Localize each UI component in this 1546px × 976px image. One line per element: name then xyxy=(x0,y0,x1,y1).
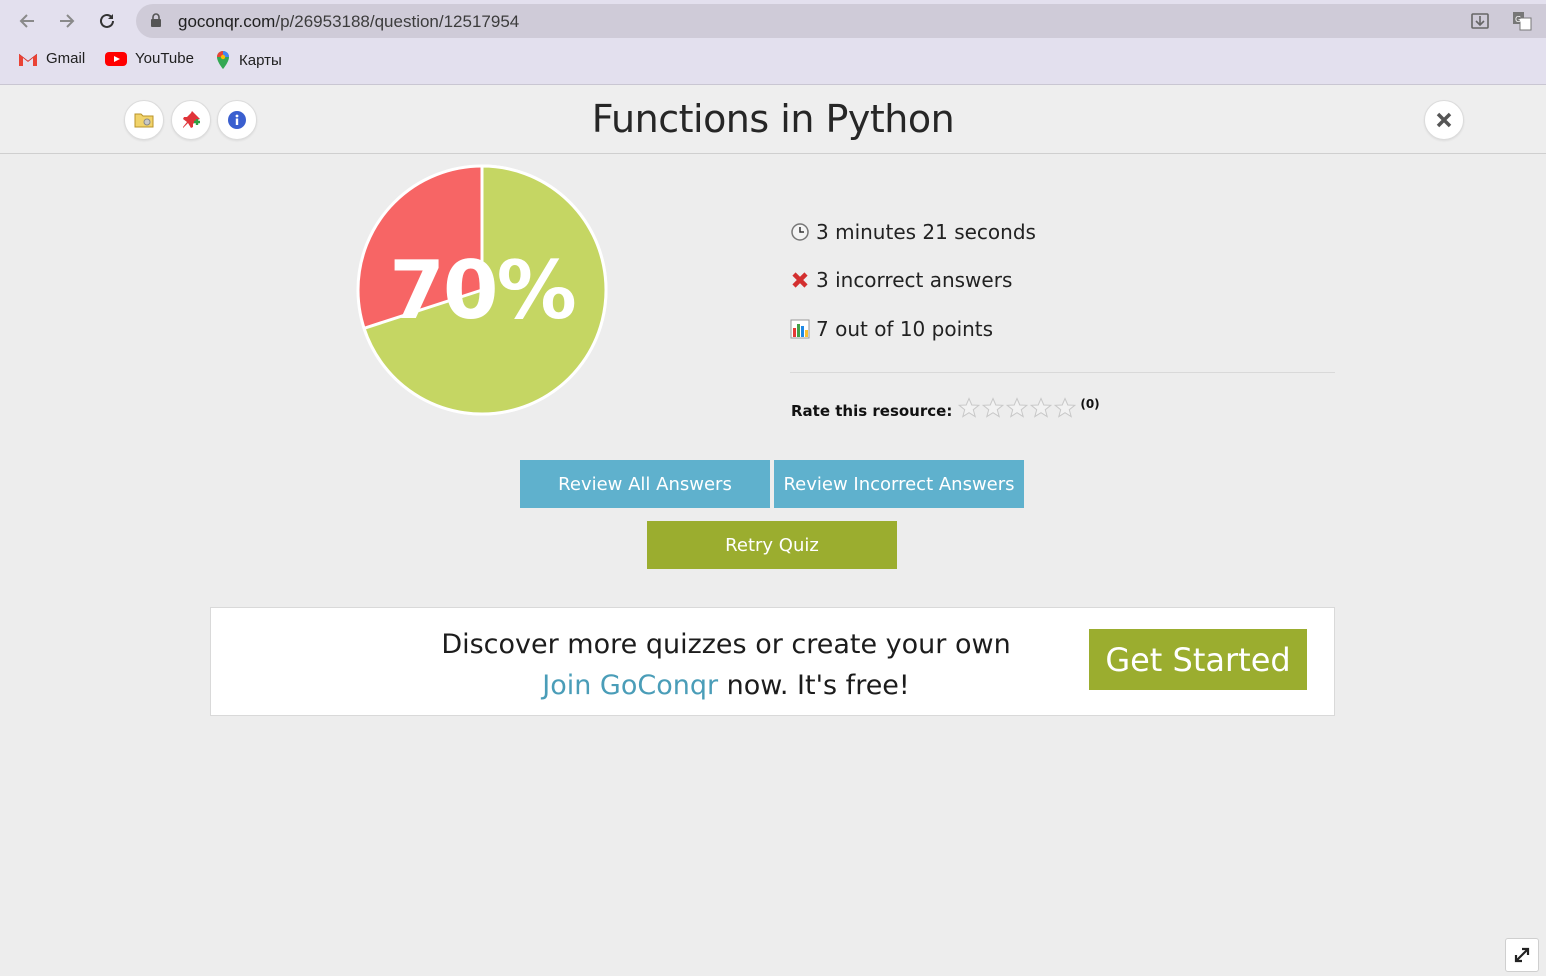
back-button[interactable] xyxy=(12,6,42,36)
promo-line-2: Join GoConqr now. It's free! xyxy=(542,670,910,701)
install-app-icon[interactable] xyxy=(1470,11,1490,31)
star-icon[interactable] xyxy=(1054,397,1077,419)
close-button[interactable] xyxy=(1424,100,1464,140)
svg-text:G: G xyxy=(1515,15,1521,24)
bookmark-maps[interactable]: Карты xyxy=(215,50,282,70)
stats-divider xyxy=(790,372,1335,373)
incorrect-stat: 3 incorrect answers xyxy=(790,268,1012,292)
clock-icon xyxy=(791,223,809,241)
fullscreen-button[interactable] xyxy=(1505,938,1539,972)
bookmark-youtube[interactable]: YouTube xyxy=(105,50,194,67)
address-bar[interactable]: goconqr.com/p/26953188/question/12517954… xyxy=(136,4,1546,38)
promo-banner: Discover more quizzes or create your own… xyxy=(210,607,1335,716)
browser-chrome: goconqr.com/p/26953188/question/12517954… xyxy=(0,0,1546,84)
points-stat: 7 out of 10 points xyxy=(790,317,993,341)
translate-icon[interactable]: G xyxy=(1512,11,1532,31)
get-started-button[interactable]: Get Started xyxy=(1089,629,1307,690)
youtube-icon xyxy=(105,51,127,66)
url-text: goconqr.com/p/26953188/question/12517954 xyxy=(178,12,520,31)
score-pie-chart: 70% xyxy=(355,163,609,417)
star-icon[interactable] xyxy=(958,397,981,419)
star-icon[interactable] xyxy=(1030,397,1053,419)
star-icon[interactable] xyxy=(982,397,1005,419)
bar-chart-icon xyxy=(790,319,810,339)
rating-widget: Rate this resource: (0) xyxy=(791,397,1100,420)
rating-count: (0) xyxy=(1080,397,1100,411)
bookmarks-bar: Gmail YouTube Карты xyxy=(0,48,1546,76)
reload-button[interactable] xyxy=(92,6,122,36)
lock-icon xyxy=(151,13,161,27)
maps-pin-icon xyxy=(217,51,229,69)
back-arrow-icon xyxy=(19,14,34,28)
rating-stars xyxy=(958,397,1077,419)
forward-arrow-icon xyxy=(60,14,75,28)
promo-line-1: Discover more quizzes or create your own xyxy=(441,629,1011,660)
quiz-header: Functions in Python xyxy=(0,85,1546,154)
review-all-answers-button[interactable]: Review All Answers xyxy=(520,460,770,508)
expand-icon xyxy=(1514,947,1530,963)
close-icon xyxy=(1436,112,1452,128)
review-incorrect-answers-button[interactable]: Review Incorrect Answers xyxy=(774,460,1024,508)
gmail-icon xyxy=(18,53,38,66)
bookmark-gmail[interactable]: Gmail xyxy=(18,50,85,67)
star-icon[interactable] xyxy=(1006,397,1029,419)
time-stat: 3 minutes 21 seconds xyxy=(790,220,1036,244)
reload-icon xyxy=(100,13,114,28)
retry-quiz-button[interactable]: Retry Quiz xyxy=(647,521,897,569)
red-x-icon xyxy=(792,272,808,288)
forward-button[interactable] xyxy=(52,6,82,36)
page-title: Functions in Python xyxy=(591,97,955,141)
join-goconqr-link[interactable]: Join GoConqr xyxy=(542,670,718,701)
score-percent: 70% xyxy=(389,243,576,337)
promo-text: Discover more quizzes or create your own… xyxy=(211,624,1241,706)
